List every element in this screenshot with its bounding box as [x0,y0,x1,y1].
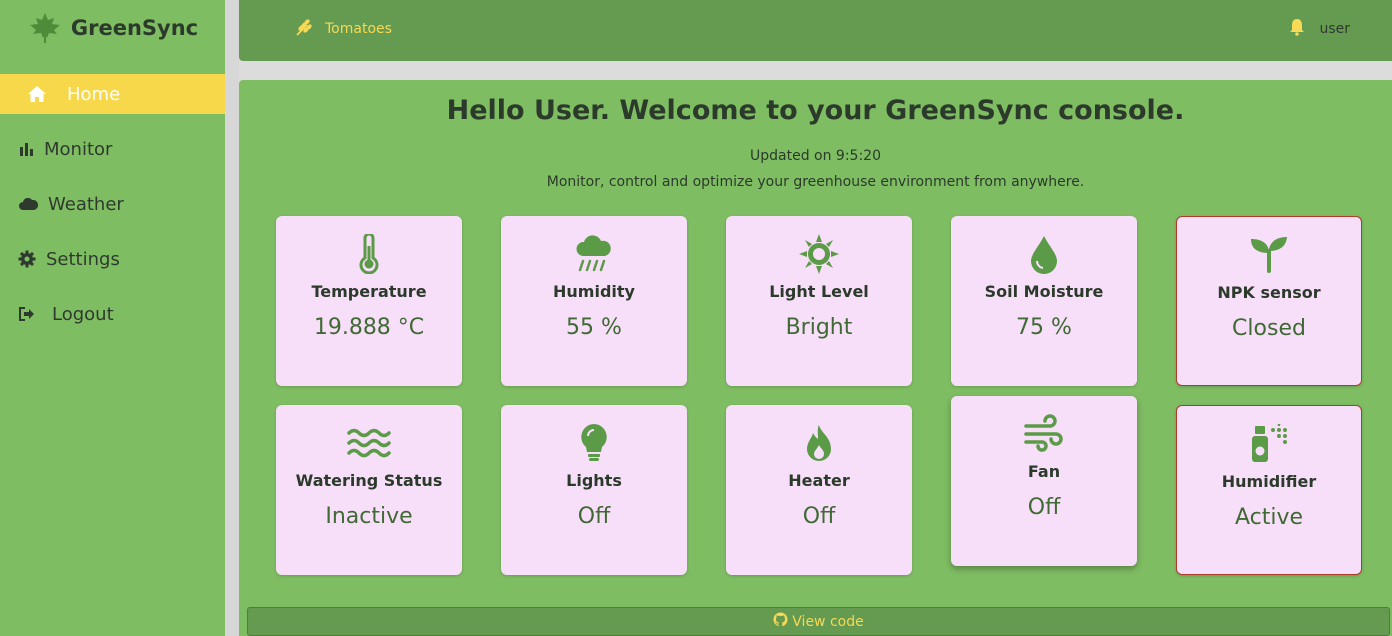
card-label: Light Level [769,282,869,301]
card-heater[interactable]: Heater Off [726,405,912,575]
nav-menu: Home Monitor Weather Settings Logout [0,74,225,334]
crop-selector[interactable]: Tomatoes [295,18,392,40]
card-value: Off [1027,495,1061,520]
tagline: Monitor, control and optimize your green… [546,174,1085,190]
card-npk-sensor[interactable]: NPK sensor Closed [1176,216,1362,386]
nav-item-weather[interactable]: Weather [0,184,225,224]
nav-item-logout[interactable]: Logout [0,294,225,334]
card-value: 55 % [566,315,622,340]
card-label: Humidity [553,282,635,301]
card-label: Soil Moisture [984,282,1104,301]
logout-icon [18,306,36,322]
card-lights[interactable]: Lights Off [501,405,687,575]
main-panel: Hello User. Welcome to your GreenSync co… [239,80,1392,636]
home-icon [27,85,47,103]
nav-label-logout: Logout [52,303,114,325]
card-value: Inactive [325,504,413,529]
username: user [1319,21,1350,37]
nav-label-settings: Settings [46,248,120,270]
card-value: 19.888 °C [313,315,425,340]
bell-icon[interactable] [1289,18,1305,40]
top-bar: Tomatoes user [239,0,1392,61]
nav-label-monitor: Monitor [44,138,113,160]
card-value: Off [577,504,611,529]
card-value: Active [1234,505,1304,530]
card-label: Temperature [311,282,427,301]
thermometer-icon [276,234,462,274]
sun-icon [726,234,912,274]
card-value: Bright [785,315,853,340]
wind-icon [951,414,1137,454]
wheat-icon [295,18,313,40]
leaf-icon [27,12,63,44]
card-watering-status[interactable]: Watering Status Inactive [276,405,462,575]
view-code-label: View code [792,613,864,630]
card-value: Off [802,504,836,529]
nav-item-monitor[interactable]: Monitor [0,129,225,169]
card-fan[interactable]: Fan Off [951,396,1137,566]
nav-label-weather: Weather [48,193,124,215]
fire-icon [726,423,912,463]
lightbulb-icon [501,423,687,463]
nav-item-home[interactable]: Home [0,74,225,114]
card-humidity[interactable]: Humidity 55 % [501,216,687,386]
card-light-level[interactable]: Light Level Bright [726,216,912,386]
card-value: Closed [1232,316,1306,341]
brand[interactable]: GreenSync [0,0,225,56]
water-waves-icon [276,423,462,463]
card-label: Watering Status [295,471,443,490]
view-code-link[interactable]: View code [247,607,1390,636]
sidebar: GreenSync Home Monitor Weather Settings … [0,0,225,636]
card-label: Lights [566,471,622,490]
bar-chart-icon [18,141,34,157]
card-humidifier[interactable]: Humidifier Active [1176,405,1362,575]
card-value: 75 % [1016,315,1072,340]
card-label: Fan [1027,462,1061,481]
seedling-icon [1177,235,1361,275]
user-menu[interactable]: user [1289,18,1350,40]
gear-icon [18,250,36,268]
nav-item-settings[interactable]: Settings [0,239,225,279]
updated-time: Updated on 9:5:20 [750,148,881,164]
cloud-icon [18,196,38,212]
github-icon [773,612,788,631]
card-label: Humidifier [1221,472,1317,491]
crop-name: Tomatoes [325,21,392,37]
card-soil-moisture[interactable]: Soil Moisture 75 % [951,216,1137,386]
card-label: Heater [788,471,850,490]
card-label: NPK sensor [1217,283,1321,302]
nav-label-home: Home [67,83,121,105]
droplet-icon [951,234,1137,274]
brand-name: GreenSync [70,16,199,40]
sidebar-divider [225,0,239,636]
spray-can-icon [1177,424,1361,464]
page-title: Hello User. Welcome to your GreenSync co… [446,95,1185,126]
card-temperature[interactable]: Temperature 19.888 °C [276,216,462,386]
cloud-rain-icon [501,234,687,274]
